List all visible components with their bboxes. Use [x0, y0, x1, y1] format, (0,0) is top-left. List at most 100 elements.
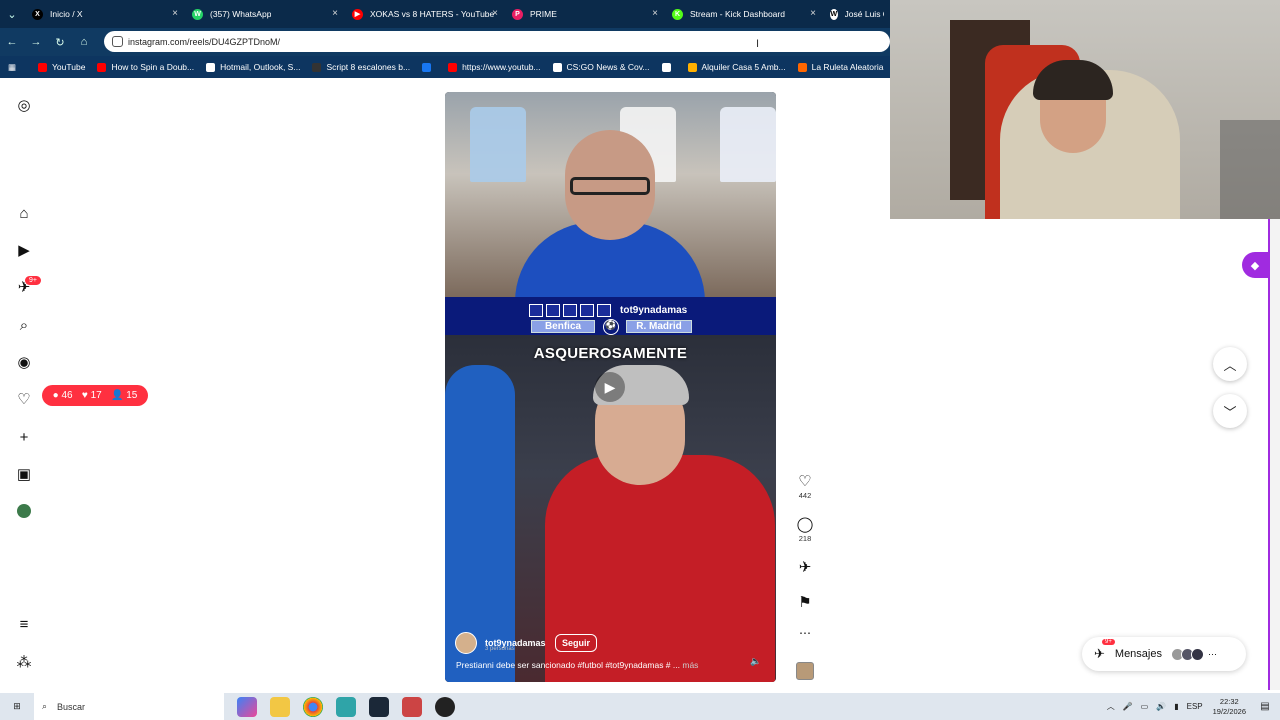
notifications-nav-icon[interactable]: ♡ [15, 390, 33, 408]
audio-thumbnail[interactable] [796, 662, 814, 680]
instagram-logo-icon[interactable]: ◎ [15, 96, 33, 114]
browser-tab[interactable]: W José Luis Chila [822, 0, 892, 28]
browser-tab[interactable]: X Inicio / X × [24, 0, 184, 28]
volume-icon[interactable]: 🔊 [1156, 702, 1166, 711]
webcam-hair [1033, 60, 1113, 100]
comment-button[interactable]: ◯ 218 [792, 515, 818, 543]
avatar [1190, 647, 1204, 661]
browser-tab[interactable]: P PRIME × [504, 0, 664, 28]
follower-count: 👤 15 [111, 390, 138, 401]
more-menu-icon[interactable]: ≡ [15, 615, 33, 633]
bookmark-item[interactable]: https://www.youtub... [448, 62, 541, 72]
message-avatars [1170, 647, 1204, 661]
video-headline: ASQUEROSAMENTE [533, 345, 688, 362]
home-icon[interactable]: ⌂ [72, 28, 96, 56]
tab-close-icon[interactable]: × [172, 8, 178, 19]
steam-icon[interactable] [369, 696, 389, 717]
tab-favicon-icon: W [192, 8, 203, 20]
extension-widget-icon[interactable]: ◆ [1242, 252, 1268, 278]
reel-author[interactable]: tot9ynadamas 3 personas [455, 632, 546, 654]
language-indicator[interactable]: ESP [1187, 702, 1203, 711]
clock-date: 19/2/2026 [1212, 706, 1246, 716]
app-icon[interactable] [336, 696, 356, 717]
copilot-icon[interactable] [237, 696, 257, 717]
explore-nav-icon[interactable]: ◉ [15, 353, 33, 371]
caption-more-link[interactable]: más [682, 660, 698, 670]
bookmark-item[interactable]: Script 8 escalones b... [312, 62, 410, 72]
bookmark-label: Alquiler Casa 5 Amb... [701, 62, 786, 72]
reel-video[interactable]: tot9ynadamas Benfica ⚽ R. Madrid ASQUERO… [445, 92, 776, 682]
tab-close-icon[interactable]: × [810, 8, 816, 19]
obs-icon[interactable] [435, 696, 455, 717]
app-icon[interactable] [402, 696, 422, 717]
battery-icon[interactable]: ▮ [1174, 702, 1178, 711]
tab-close-icon[interactable]: × [492, 8, 498, 19]
follow-button[interactable]: Seguir [555, 634, 598, 652]
notifications-pill[interactable]: ● 46 ♥ 17 👤 15 [42, 385, 148, 406]
more-options-icon[interactable]: ⋯ [792, 626, 818, 640]
chevron-up-icon[interactable]: ︿ [1107, 701, 1115, 712]
tab-favicon-icon: W [830, 8, 838, 20]
bookmark-item[interactable]: Alquiler Casa 5 Amb... [687, 62, 786, 72]
browser-tab[interactable]: W (357) WhatsApp × [184, 0, 344, 28]
channel-banner: tot9ynadamas Benfica ⚽ R. Madrid [445, 297, 776, 335]
mic-icon[interactable]: 🎤 [1123, 702, 1133, 711]
bookmark-label: La Ruleta Aleatoria [811, 62, 884, 72]
reels-nav-icon[interactable]: ▶ [15, 241, 33, 259]
browser-tab[interactable]: K Stream - Kick Dashboard × [664, 0, 822, 28]
chrome-icon[interactable] [303, 696, 323, 717]
messages-button[interactable]: ✈ 9+ Mensajes ⋯ [1082, 637, 1246, 671]
taskbar-search[interactable]: ⌕ Buscar [34, 693, 224, 720]
apps-icon[interactable]: ▦ [8, 62, 16, 73]
bookmark-item[interactable] [422, 62, 436, 72]
forward-icon[interactable]: → [24, 28, 48, 56]
home-nav-icon[interactable]: ⌂ [15, 204, 33, 222]
share-icon[interactable]: ✈ [792, 558, 818, 576]
bookmark-item[interactable]: How to Spin a Doub... [97, 62, 194, 72]
tab-close-icon[interactable]: × [652, 8, 658, 19]
team-left: Benfica [531, 320, 595, 333]
bookmark-item[interactable]: Hotmail, Outlook, S... [206, 62, 300, 72]
bookmark-item[interactable]: CS:GO News & Cov... [552, 62, 650, 72]
notification-center-icon[interactable]: ▤ [1258, 699, 1272, 713]
previous-reel-button[interactable]: ︿ [1213, 347, 1247, 381]
mute-icon[interactable]: 🔈 [750, 656, 761, 667]
browser-tab[interactable]: ▶ XOKAS vs 8 HATERS - YouTube × [344, 0, 504, 28]
file-explorer-icon[interactable] [270, 696, 290, 717]
site-settings-icon[interactable] [112, 36, 123, 47]
tab-favicon-icon: ▶ [352, 8, 363, 20]
clock[interactable]: 22:32 19/2/2026 [1213, 697, 1246, 717]
windows-start-icon[interactable]: ⊞ [0, 693, 34, 720]
bookmark-item[interactable] [661, 62, 676, 72]
text-cursor-icon: I [756, 38, 760, 50]
page-scrollbar[interactable] [1268, 219, 1280, 690]
next-reel-button[interactable]: ﹀ [1213, 394, 1247, 428]
create-nav-icon[interactable]: + [15, 428, 33, 446]
meta-apps-icon[interactable]: ⁂ [15, 653, 33, 671]
tab-search-button[interactable]: ⌄ [0, 0, 24, 28]
banner-channel-name: tot9ynadamas [620, 305, 688, 316]
tab-label: Stream - Kick Dashboard [690, 9, 785, 19]
search-nav-icon[interactable]: ⌕ [15, 316, 33, 334]
dashboard-nav-icon[interactable]: ▣ [15, 465, 33, 483]
tab-favicon-icon: X [32, 8, 43, 20]
like-button[interactable]: ♡ 442 [792, 472, 818, 500]
jersey-decor [720, 107, 776, 182]
address-bar[interactable]: instagram.com/reels/DU4GZPTDnoM/ [104, 31, 890, 52]
profile-avatar[interactable] [15, 502, 33, 520]
video-upper-scene [445, 92, 776, 302]
network-icon[interactable]: ▭ [1141, 702, 1149, 711]
bookmark-item[interactable]: La Ruleta Aleatoria [797, 62, 884, 72]
reload-icon[interactable]: ↻ [48, 28, 72, 56]
author-avatar[interactable] [455, 632, 477, 654]
save-icon[interactable]: ⚑ [792, 593, 818, 611]
tab-label: (357) WhatsApp [210, 9, 272, 19]
tab-close-icon[interactable]: × [332, 8, 338, 19]
like-count: ♥ 17 [81, 390, 102, 401]
bookmark-item[interactable]: YouTube [38, 62, 85, 72]
messages-icon: ✈ 9+ [1094, 639, 1115, 662]
back-icon[interactable]: ← [0, 28, 24, 56]
windows-taskbar: ⊞ ⌕ Buscar ︿ 🎤 ▭ 🔊 ▮ ESP 22:32 19/2/2026… [0, 693, 1280, 720]
play-icon[interactable]: ▶ [595, 372, 625, 402]
bookmark-label: Script 8 escalones b... [326, 62, 411, 72]
